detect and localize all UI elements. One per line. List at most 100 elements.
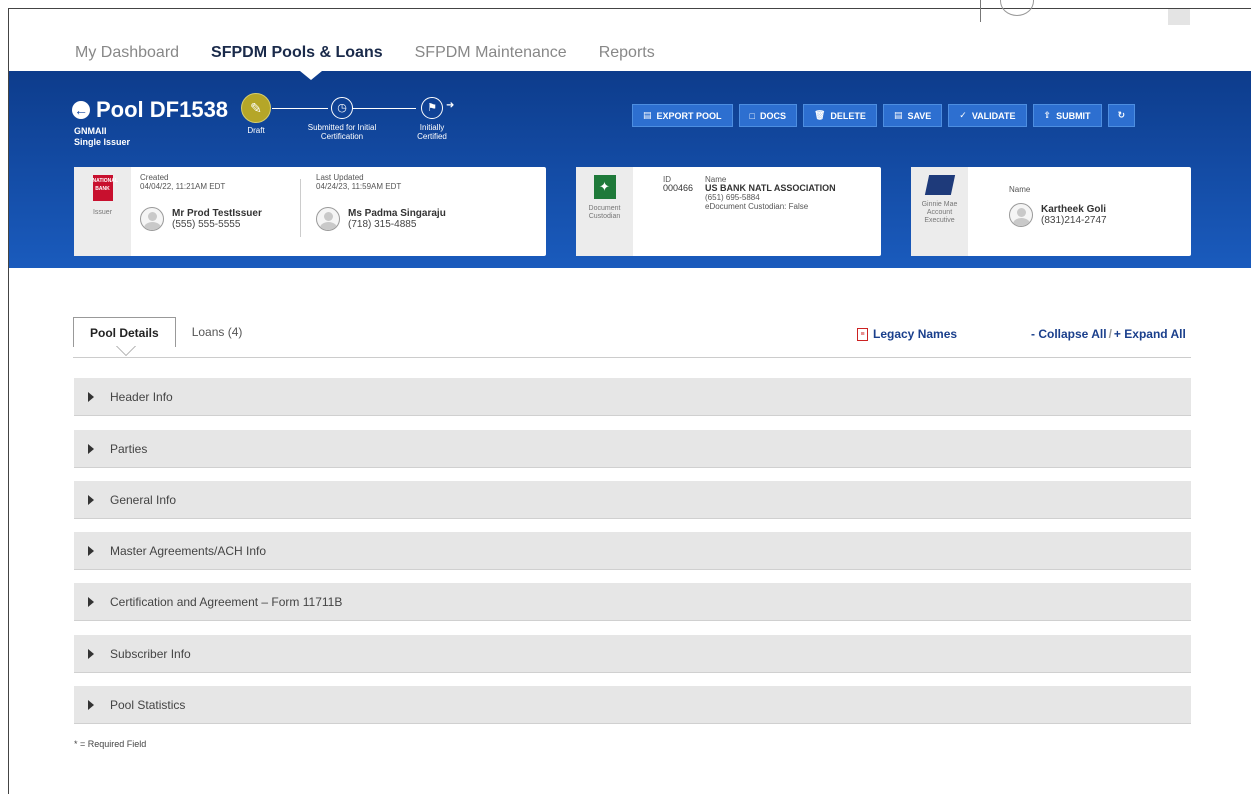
clock-icon: ◷ [331,97,353,119]
required-field-note: * = Required Field [74,739,147,749]
section-title: Pool Statistics [110,697,186,712]
nav-reports[interactable]: Reports [599,44,655,62]
section-title: Header Info [110,389,173,404]
section-certification[interactable]: Certification and Agreement – Form 11711… [74,583,1191,621]
document-icon: □ [749,110,755,121]
custodian-card: ✦ Document Custodian ID 000466 Name US B… [576,167,881,256]
main-nav: My Dashboard SFPDM Pools & Loans SFPDM M… [75,44,687,62]
collapse-all-link[interactable]: - Collapse All [1031,327,1107,341]
collapse-expand-controls: - Collapse All / + Expand All [1031,327,1186,341]
ae-name-label: Name [1009,185,1031,194]
pool-type: GNMAII [74,126,107,136]
account-executive: Kartheek Goli (831)214-2747 [1009,203,1107,227]
ae-label: Ginnie Mae Account Executive [921,201,958,224]
top-menu-button[interactable] [1168,9,1190,25]
custodian-phone: (651) 695-5884 [705,193,760,202]
expand-all-link[interactable]: + Expand All [1114,327,1186,341]
updater-name: Ms Padma Singaraju [348,208,446,219]
caret-right-icon [88,699,94,710]
workflow-step-submitted: ◷ Submitted for Initial Certification [300,97,384,141]
updater: Ms Padma Singaraju (718) 315-4885 [316,207,446,231]
updater-phone: (718) 315-4885 [348,219,417,230]
export-pool-button[interactable]: ▤ EXPORT POOL [632,104,733,127]
workflow-step-draft: ✎ Draft [236,93,276,135]
validate-button[interactable]: ✓ VALIDATE [948,104,1027,127]
creator: Mr Prod TestIssuer (555) 555-5555 [140,207,262,231]
nav-my-dashboard[interactable]: My Dashboard [75,44,179,62]
caret-right-icon [88,443,94,454]
ae-phone: (831)214-2747 [1041,215,1107,226]
delete-button[interactable]: 🗑 DELETE [802,104,877,127]
refresh-icon: ↻ [1117,110,1126,120]
custodian-logo-icon: ✦ [593,175,616,199]
nav-pools-loans[interactable]: SFPDM Pools & Loans [211,44,383,62]
link-separator: / [1108,327,1112,341]
section-subscriber-info[interactable]: Subscriber Info [74,635,1191,673]
avatar-icon [316,207,340,231]
legacy-names-link[interactable]: ≡ Legacy Names [857,327,957,341]
account-executive-card: Ginnie Mae Account Executive Name Karthe… [911,167,1191,256]
tab-divider [73,357,1191,358]
issuer-label: Issuer [92,209,113,216]
button-label: SUBMIT [1056,110,1091,121]
caret-right-icon [88,648,94,659]
refresh-button[interactable]: ↻ [1107,104,1136,127]
pool-id: Pool DF1538 [96,97,229,122]
section-master-agreements[interactable]: Master Agreements/ACH Info [74,532,1191,570]
tab-loans[interactable]: Loans (4) [176,317,259,347]
section-pool-statistics[interactable]: Pool Statistics [74,686,1191,724]
flag-icon: ⚑ [421,97,443,119]
action-toolbar: ▤ EXPORT POOL □ DOCS 🗑 DELETE ▤ SAVE ✓ VALIDA… [632,104,1136,127]
nav-maintenance[interactable]: SFPDM Maintenance [415,44,567,62]
button-label: DOCS [759,110,786,121]
section-general-info[interactable]: General Info [74,481,1191,519]
custodian-label: Document Custodian [588,205,621,220]
submit-button[interactable]: ⇪ SUBMIT [1032,104,1102,127]
issuer-type: Single Issuer [74,137,131,147]
legacy-names-label: Legacy Names [873,327,958,341]
caret-right-icon [88,391,94,402]
active-tab-pointer-fill [117,346,135,355]
check-icon: ✓ [959,110,967,120]
pool-title: ← Pool DF1538 [72,97,228,123]
button-label: DELETE [830,110,866,121]
caret-right-icon [88,545,94,556]
section-title: General Info [110,492,177,507]
creator-name: Mr Prod TestIssuer [172,208,262,219]
step-label: Initially Certified [417,123,447,141]
workflow-forward-icon: ➜ [446,100,455,111]
detail-tabs: Pool Details Loans (4) [73,317,258,347]
docs-button[interactable]: □ DOCS [738,104,797,127]
ae-side: Ginnie Mae Account Executive [911,167,968,256]
avatar-icon [1009,203,1033,227]
top-divider [980,0,981,22]
ae-name: Kartheek Goli [1041,204,1107,215]
avatar-icon [140,207,164,231]
upload-icon: ⇪ [1043,110,1052,120]
section-title: Parties [110,441,148,456]
caret-right-icon [88,596,94,607]
tab-pool-details[interactable]: Pool Details [73,317,176,347]
export-icon: ▤ [643,110,652,120]
save-button[interactable]: ▤ SAVE [882,104,943,127]
section-header-info[interactable]: Header Info [74,378,1191,416]
step-label: Submitted for Initial Certification [307,123,377,141]
creator-phone: (555) 555-5555 [172,219,241,230]
section-title: Certification and Agreement – Form 11711… [110,594,343,609]
issuer-side: NATIONAL BANK Issuer [74,167,131,256]
section-parties[interactable]: Parties [74,430,1191,468]
created-date: 04/04/22, 11:21AM EDT [140,182,226,191]
back-arrow-icon[interactable]: ← [72,101,90,119]
card-divider [300,179,301,237]
trash-icon: 🗑 [813,110,826,120]
edoc-status: eDocument Custodian: False [705,202,809,211]
updated-date: 04/24/23, 11:59AM EDT [316,182,402,191]
issuer-card: NATIONAL BANK Issuer Created 04/04/22, 11… [74,167,546,256]
step-label: Draft [247,126,265,135]
pdf-icon: ≡ [857,327,868,341]
updated-label: Last Updated [316,173,364,182]
section-title: Master Agreements/ACH Info [110,543,267,558]
button-label: SAVE [907,110,932,121]
created-label: Created [140,173,169,182]
save-icon: ▤ [893,110,903,120]
